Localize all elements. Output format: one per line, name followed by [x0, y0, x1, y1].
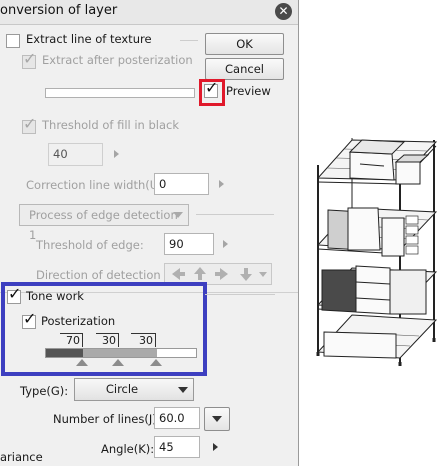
- posterization-bar[interactable]: [45, 348, 197, 358]
- tone-work-label: Tone work: [26, 289, 84, 303]
- angle-label: Angle(K):: [101, 442, 155, 456]
- angle-input[interactable]: 45: [154, 436, 200, 458]
- poster-segment-dark: [46, 349, 83, 357]
- dialog-title: onversion of layer: [0, 3, 118, 18]
- arrow-left-icon: [172, 268, 185, 280]
- poster-handle-1[interactable]: [76, 359, 88, 366]
- check-icon: ✓: [205, 78, 219, 97]
- check-icon: ✓: [23, 114, 37, 133]
- arrow-right-icon: [215, 268, 228, 280]
- arrow-right-icon[interactable]: [223, 240, 228, 248]
- threshold-edge-input[interactable]: 90: [164, 233, 214, 255]
- type-label: Type(G):: [20, 384, 69, 398]
- arrow-right-icon[interactable]: [219, 180, 224, 188]
- threshold-fill-input[interactable]: 40: [48, 143, 103, 166]
- separator: [196, 214, 274, 215]
- variance-label: ariance: [0, 450, 43, 464]
- poster-value-2[interactable]: 30: [96, 333, 119, 347]
- poster-handle-3[interactable]: [150, 359, 162, 366]
- arrow-down-icon: [240, 268, 252, 281]
- threshold-fill-checkbox[interactable]: ✓: [22, 115, 36, 134]
- correction-input[interactable]: 0: [154, 173, 209, 195]
- poster-handle-2[interactable]: [112, 359, 124, 366]
- chevron-down-icon: [212, 416, 222, 422]
- separator: [180, 40, 198, 41]
- separator: [205, 294, 275, 295]
- chevron-down-icon: [178, 387, 188, 393]
- poster-segment-mid: [83, 349, 157, 357]
- check-icon: ✓: [8, 284, 22, 303]
- type-value: Circle: [105, 382, 139, 396]
- preview-checkbox[interactable]: ✓: [204, 79, 218, 98]
- chevron-down-icon: [173, 212, 183, 218]
- edge-process-dropdown[interactable]: Process of edge detection 1: [19, 204, 189, 242]
- posterization-checkbox[interactable]: ✓: [22, 310, 36, 329]
- extract-line-checkbox[interactable]: [6, 34, 20, 48]
- poster-value-3[interactable]: 30: [131, 333, 156, 347]
- arrow-right-icon[interactable]: [114, 150, 119, 158]
- threshold-edge-label: Threshold of edge:: [36, 238, 144, 252]
- direction-label: Direction of detection: [36, 268, 161, 282]
- arrow-right-icon[interactable]: [213, 443, 218, 451]
- extract-after-posterization-label: Extract after posterization: [42, 53, 193, 67]
- check-icon: ✓: [23, 309, 37, 328]
- ok-button[interactable]: OK: [205, 33, 284, 55]
- lines-dropdown-button[interactable]: [204, 407, 230, 431]
- correction-label: Correction line width(U):: [26, 178, 167, 192]
- type-dropdown[interactable]: Circle: [74, 378, 194, 401]
- lines-label: Number of lines(J):: [53, 412, 161, 426]
- chevron-down-icon: [259, 272, 267, 277]
- preview-label: Preview: [226, 84, 271, 98]
- extract-slider[interactable]: [45, 88, 195, 98]
- poster-value-1[interactable]: 70: [60, 333, 83, 347]
- cancel-button[interactable]: Cancel: [205, 58, 284, 80]
- tone-work-checkbox[interactable]: ✓: [7, 285, 21, 304]
- check-icon: ✓: [23, 49, 37, 68]
- lines-input[interactable]: 60.0: [154, 407, 200, 429]
- extract-line-label: Extract line of texture: [26, 32, 152, 46]
- close-icon[interactable]: ✕: [275, 3, 292, 20]
- canvas-shelf-illustration: [316, 138, 438, 366]
- extract-after-posterization-checkbox[interactable]: ✓: [22, 50, 36, 69]
- threshold-fill-label: Threshold of fill in black: [42, 118, 180, 132]
- posterization-label: Posterization: [41, 314, 116, 328]
- arrow-up-icon: [194, 267, 206, 280]
